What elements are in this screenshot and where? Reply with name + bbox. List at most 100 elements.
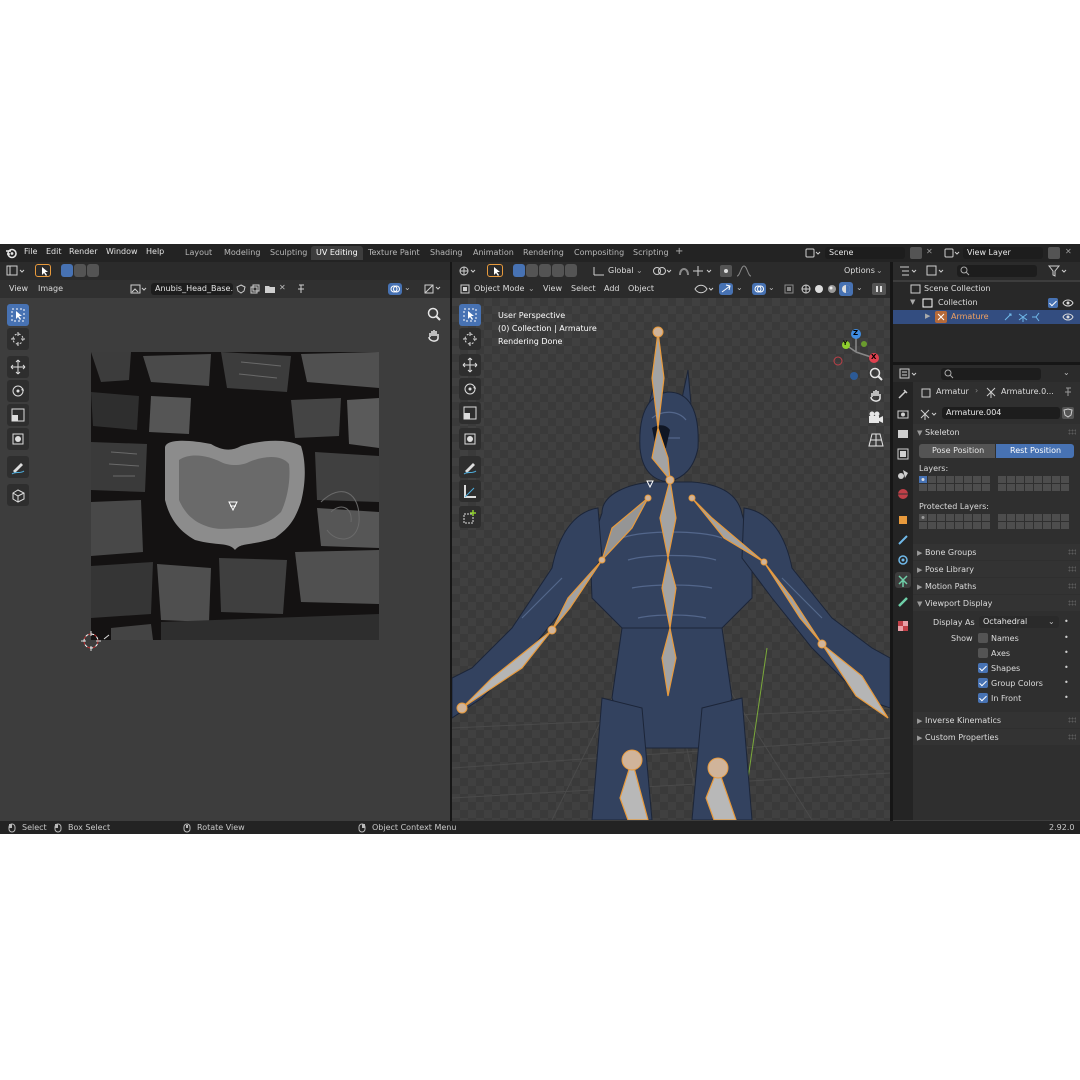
gizmo-toggle-icon[interactable] (719, 283, 733, 295)
viewport-select-box-tool[interactable] (459, 304, 481, 326)
duplicate-image-icon[interactable] (250, 284, 260, 294)
protected-layers-grid-left[interactable] (919, 514, 993, 530)
pivot-point-icon[interactable] (652, 265, 674, 277)
editor-type-icon[interactable] (6, 265, 26, 277)
skeleton-panel-header[interactable]: ▼ Skeleton (913, 424, 1080, 440)
viewport-rotate-tool[interactable] (459, 378, 481, 400)
collection-exclude-checkbox[interactable] (1048, 298, 1058, 308)
display-mode-icon[interactable] (926, 265, 946, 277)
axes-keyframe-dot-icon[interactable]: • (1064, 648, 1069, 657)
outliner-editor-type-icon[interactable] (899, 265, 919, 277)
properties-editor-type-icon[interactable] (899, 368, 919, 380)
menu-edit[interactable]: Edit (46, 247, 62, 256)
uv-2d-cursor-icon[interactable] (80, 629, 110, 653)
shapes-checkbox[interactable] (978, 663, 988, 673)
armature-modifier-icon[interactable] (1031, 312, 1043, 322)
outliner-search-input[interactable] (957, 265, 1037, 277)
names-keyframe-dot-icon[interactable]: • (1064, 633, 1069, 642)
shading-dropdown-icon[interactable]: ⌄ (856, 283, 863, 292)
menu-help[interactable]: Help (146, 247, 164, 256)
properties-options-chevron-icon[interactable]: ⌄ (1063, 368, 1070, 377)
add-workspace-button[interactable]: + (675, 246, 683, 257)
tab-shading[interactable]: Shading (425, 246, 468, 260)
outliner-row-collection[interactable]: ▼ Collection (893, 296, 1080, 310)
viewport-select-tool-icon[interactable] (487, 264, 503, 277)
uv-select-box-tool[interactable] (7, 304, 29, 326)
tab-texture-paint[interactable]: Texture Paint (363, 246, 425, 260)
view-layer-field[interactable]: View Layer (963, 247, 1043, 259)
collection-eye-icon[interactable] (1062, 298, 1074, 308)
3d-viewport[interactable]: User Perspective (0) Collection | Armatu… (452, 298, 890, 820)
delete-view-layer-icon[interactable]: ✕ (1065, 247, 1072, 256)
gizmo-dropdown-icon[interactable]: ⌄ (736, 283, 743, 292)
shading-wireframe-icon[interactable] (801, 284, 811, 294)
layers-grid-right[interactable] (998, 476, 1074, 492)
tab-scene-icon[interactable] (897, 468, 909, 482)
in-front-checkbox[interactable] (978, 693, 988, 703)
overlays-dropdown-icon[interactable]: ⌄ (768, 283, 775, 292)
tab-layout[interactable]: Layout (180, 246, 217, 260)
viewport-menu-object[interactable]: Object (628, 284, 654, 293)
panel-drag-grip[interactable] (1068, 583, 1076, 589)
shading-solid-icon[interactable] (814, 284, 824, 294)
viewport-cursor-tool[interactable] (459, 328, 481, 350)
viewport-pan-hand-icon[interactable] (868, 388, 884, 404)
layers-grid-left[interactable] (919, 476, 993, 492)
armature-pose-icon[interactable] (1017, 312, 1029, 322)
object-mode-icon[interactable] (460, 284, 470, 294)
transform-orientation-dropdown[interactable]: Global (608, 266, 634, 275)
rest-position-button[interactable]: Rest Position (996, 444, 1074, 458)
pin-icon[interactable] (296, 284, 306, 294)
pause-render-icon[interactable] (872, 283, 886, 295)
uv-annotate-tool[interactable] (7, 456, 29, 478)
viewport-zoom-icon[interactable] (868, 366, 884, 382)
tab-texture-icon[interactable] (897, 620, 909, 634)
uv-pan-hand-icon[interactable] (426, 328, 442, 344)
new-scene-icon[interactable] (910, 247, 922, 259)
proportional-editing-icon[interactable] (720, 265, 732, 277)
viewport-display-panel-header[interactable]: ▼ Viewport Display (913, 595, 1080, 611)
tab-bone-icon[interactable] (897, 596, 909, 610)
fake-user-shield-icon[interactable] (1062, 407, 1074, 419)
display-channels-icon[interactable] (424, 284, 444, 294)
shading-rendered-icon[interactable] (839, 282, 853, 296)
scene-icon[interactable] (805, 248, 821, 258)
viewport-editor-type-icon[interactable] (458, 265, 478, 277)
falloff-icon[interactable] (736, 265, 752, 277)
tab-world-icon[interactable] (897, 488, 909, 502)
uv-scale-tool[interactable] (7, 404, 29, 426)
panel-drag-grip[interactable] (1068, 566, 1076, 572)
tab-object-icon[interactable] (897, 514, 909, 528)
axes-checkbox[interactable] (978, 648, 988, 658)
view-layer-icon[interactable] (944, 248, 960, 258)
tab-modeling[interactable]: Modeling (219, 246, 265, 260)
context-object-name[interactable]: Armatur (936, 387, 969, 396)
menu-render[interactable]: Render (69, 247, 97, 256)
mode-chevron-down-icon[interactable]: ⌄ (528, 284, 535, 293)
context-data-name[interactable]: Armature.0... (1001, 387, 1054, 396)
tab-scripting[interactable]: Scripting (628, 246, 674, 260)
camera-view-icon[interactable] (868, 410, 884, 426)
shading-material-icon[interactable] (827, 284, 837, 294)
tab-tool-icon[interactable] (897, 388, 909, 402)
visibility-selectability-icon[interactable] (694, 283, 714, 295)
select-mode-new-icon[interactable] (61, 264, 73, 277)
xray-toggle-icon[interactable] (784, 284, 794, 294)
bone-groups-panel-header[interactable]: ▶ Bone Groups (913, 544, 1080, 560)
menu-file[interactable]: File (24, 247, 37, 256)
tab-view-layer-icon[interactable] (897, 448, 909, 462)
inverse-kinematics-panel-header[interactable]: ▶ Inverse Kinematics (913, 712, 1080, 728)
uv-menu-image[interactable]: Image (38, 284, 63, 293)
uv-cursor-tool[interactable] (7, 328, 29, 350)
panel-drag-grip[interactable] (1068, 549, 1076, 555)
viewport-scale-tool[interactable] (459, 402, 481, 424)
viewport-menu-view[interactable]: View (543, 284, 562, 293)
pose-position-button[interactable]: Pose Position (919, 444, 995, 458)
new-view-layer-icon[interactable] (1048, 247, 1060, 259)
viewport-menu-add[interactable]: Add (604, 284, 620, 293)
perspective-toggle-icon[interactable] (868, 432, 884, 448)
image-browse-icon[interactable] (130, 284, 148, 295)
outliner-row-scene-collection[interactable]: Scene Collection (893, 282, 1080, 296)
overlays-toggle-icon[interactable] (752, 283, 766, 295)
viewport-annotate-tool[interactable] (459, 456, 481, 478)
